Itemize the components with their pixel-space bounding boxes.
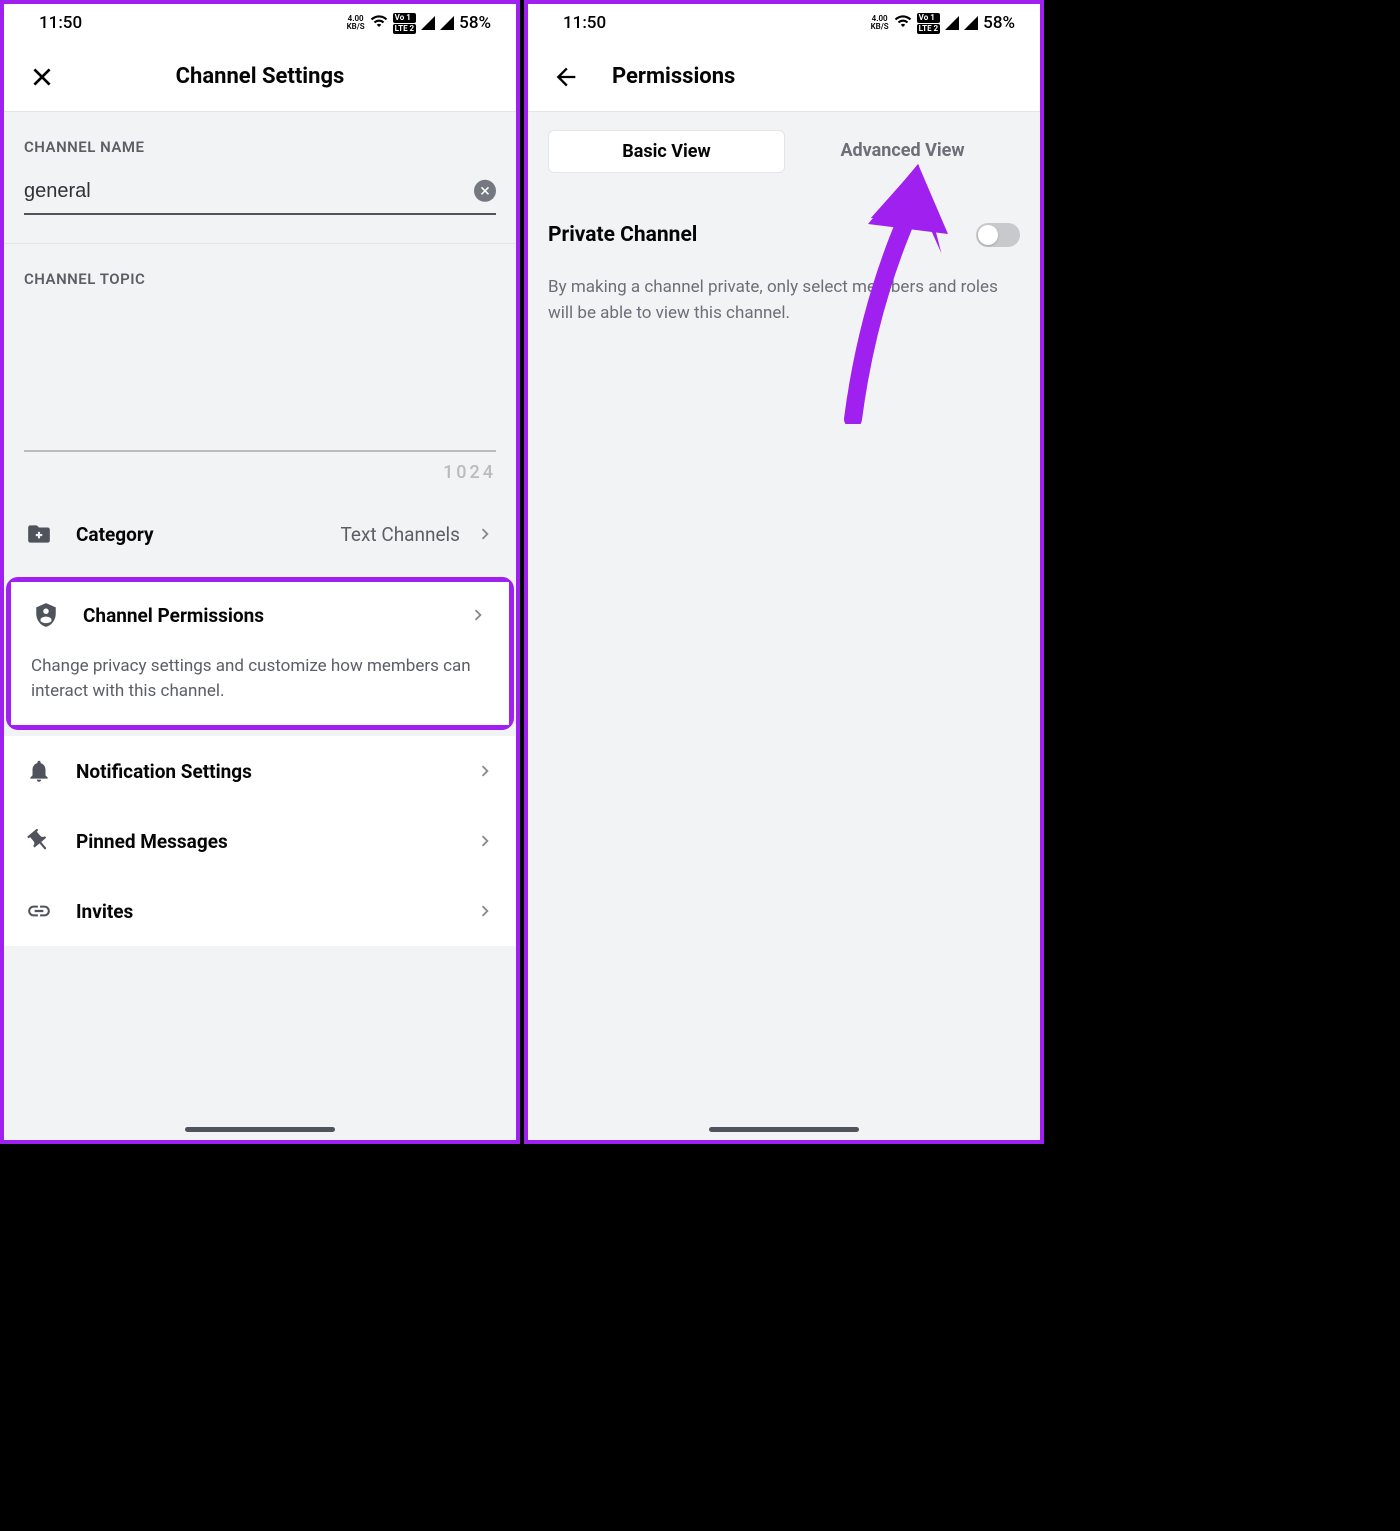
topic-charcount: 1024 bbox=[4, 456, 516, 483]
signal-icon-2 bbox=[440, 16, 454, 30]
wifi-icon bbox=[894, 12, 912, 34]
notification-settings-row[interactable]: Notification Settings bbox=[4, 736, 516, 806]
status-icons: 4.00KB/S Vo 1 LTE 2 58% bbox=[871, 12, 1015, 34]
chevron-right-icon bbox=[474, 523, 496, 545]
permissions-highlight: Channel Permissions Change privacy setti… bbox=[6, 577, 514, 730]
battery-text: 58% bbox=[459, 13, 491, 33]
bell-icon bbox=[24, 756, 54, 786]
pin-icon bbox=[24, 826, 54, 856]
status-time: 11:50 bbox=[563, 13, 606, 33]
lte-badge: Vo 1 LTE 2 bbox=[917, 13, 940, 34]
private-channel-toggle[interactable] bbox=[976, 223, 1020, 247]
link-icon bbox=[24, 896, 54, 926]
permissions-desc: Change privacy settings and customize ho… bbox=[11, 650, 509, 725]
chevron-right-icon bbox=[474, 760, 496, 782]
view-tabs: Basic View Advanced View bbox=[528, 112, 1040, 183]
folder-plus-icon bbox=[24, 519, 54, 549]
home-indicator[interactable] bbox=[709, 1127, 859, 1132]
right-screen: 11:50 4.00KB/S Vo 1 LTE 2 58% Permission… bbox=[524, 0, 1044, 1144]
status-bar: 11:50 4.00KB/S Vo 1 LTE 2 58% bbox=[528, 4, 1040, 42]
invites-label: Invites bbox=[76, 900, 474, 923]
page-title: Channel Settings bbox=[62, 64, 458, 89]
channel-name-label: CHANNEL NAME bbox=[4, 112, 516, 170]
back-icon[interactable] bbox=[546, 57, 586, 97]
private-channel-row: Private Channel bbox=[548, 223, 1020, 247]
lte-badge: Vo 1 LTE 2 bbox=[393, 13, 416, 34]
close-icon[interactable] bbox=[22, 57, 62, 97]
home-indicator[interactable] bbox=[185, 1127, 335, 1132]
private-channel-desc: By making a channel private, only select… bbox=[528, 255, 1040, 326]
channel-topic-label: CHANNEL TOPIC bbox=[4, 244, 516, 302]
shield-person-icon bbox=[31, 600, 61, 630]
private-channel-label: Private Channel bbox=[548, 223, 697, 247]
wifi-icon bbox=[370, 12, 388, 34]
pinned-label: Pinned Messages bbox=[76, 830, 474, 853]
pinned-messages-row[interactable]: Pinned Messages bbox=[4, 806, 516, 876]
signal-icon-1 bbox=[945, 16, 959, 30]
channel-topic-input[interactable] bbox=[24, 302, 496, 452]
channel-permissions-row[interactable]: Channel Permissions bbox=[11, 582, 509, 650]
kbs-indicator: 4.00KB/S bbox=[871, 15, 889, 31]
battery-text: 58% bbox=[983, 13, 1015, 33]
signal-icon-1 bbox=[421, 16, 435, 30]
channel-name-input[interactable] bbox=[24, 170, 496, 215]
chevron-right-icon bbox=[474, 830, 496, 852]
invites-row[interactable]: Invites bbox=[4, 876, 516, 946]
chevron-right-icon bbox=[474, 900, 496, 922]
category-label: Category bbox=[76, 523, 340, 546]
status-icons: 4.00KB/S Vo 1 LTE 2 58% bbox=[347, 12, 491, 34]
chevron-right-icon bbox=[467, 604, 489, 626]
tab-basic-view[interactable]: Basic View bbox=[548, 130, 785, 173]
page-title: Permissions bbox=[612, 64, 735, 89]
tab-advanced-view[interactable]: Advanced View bbox=[785, 130, 1020, 173]
signal-icon-2 bbox=[964, 16, 978, 30]
status-bar: 11:50 4.00KB/S Vo 1 LTE 2 58% bbox=[4, 4, 516, 42]
category-value: Text Channels bbox=[340, 523, 460, 546]
kbs-indicator: 4.00KB/S bbox=[347, 15, 365, 31]
app-bar: Channel Settings bbox=[4, 42, 516, 112]
left-screen: 11:50 4.00KB/S Vo 1 LTE 2 58% Channel Se… bbox=[0, 0, 520, 1144]
clear-name-button[interactable] bbox=[474, 179, 496, 201]
notifications-label: Notification Settings bbox=[76, 760, 474, 783]
category-row[interactable]: Category Text Channels bbox=[4, 483, 516, 579]
permissions-label: Channel Permissions bbox=[83, 604, 467, 627]
status-time: 11:50 bbox=[39, 13, 82, 33]
app-bar: Permissions bbox=[528, 42, 1040, 112]
